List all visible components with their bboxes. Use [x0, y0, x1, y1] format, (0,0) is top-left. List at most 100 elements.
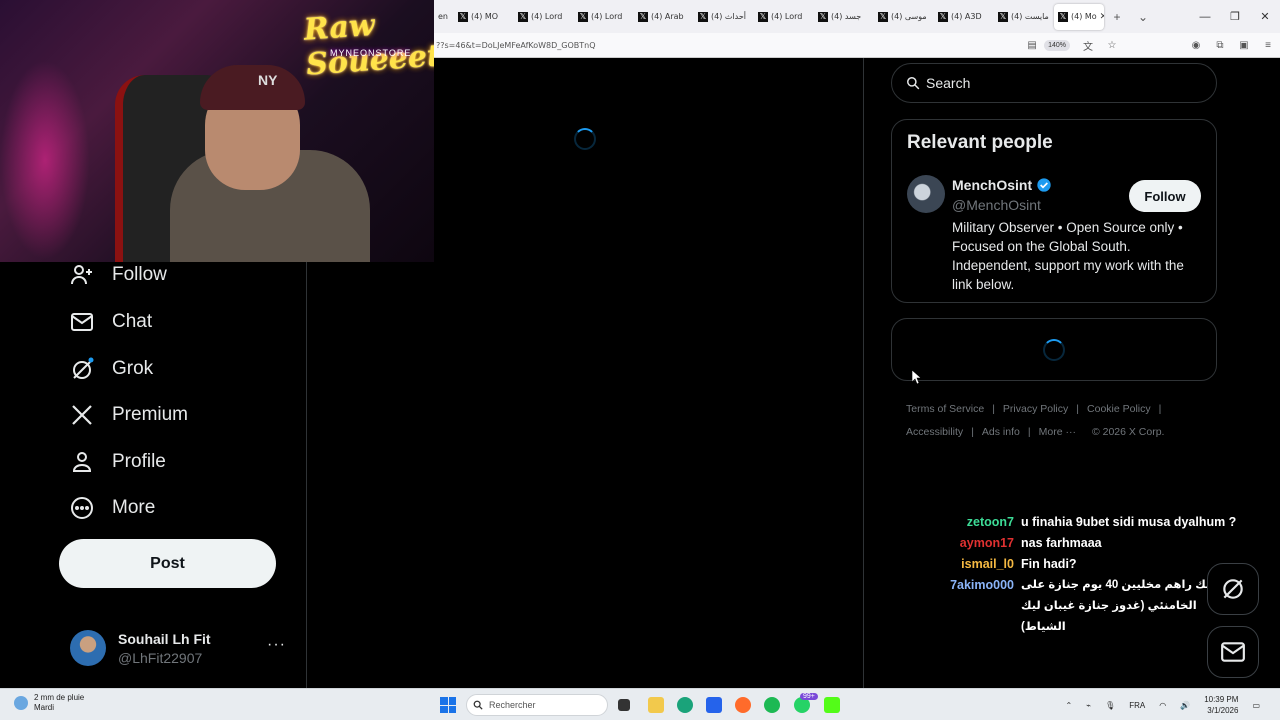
nav-follow[interactable]: Follow — [70, 260, 167, 290]
volume-icon[interactable]: 🔊 — [1180, 701, 1190, 710]
browser-tab[interactable]: 𝕏 (4) أحداث — [694, 0, 754, 33]
x-logo-icon: 𝕏 — [998, 11, 1008, 22]
chat-username: aymon17 — [959, 536, 1014, 550]
notification-icon[interactable]: ▭ — [1252, 701, 1260, 710]
firefox-icon[interactable] — [735, 697, 751, 713]
tab-label: (4) أحداث — [711, 12, 746, 21]
new-tab-icon[interactable]: + — [1104, 10, 1130, 24]
network-icon[interactable]: ⌁ — [1086, 701, 1091, 710]
system-tray: ⌃ ⌁ 🎙 FRA ◠ 🔊 10:39 PM 3/1/2026 ▭ — [1066, 689, 1280, 720]
more-icon[interactable]: ··· — [267, 636, 286, 654]
edge-icon[interactable] — [677, 697, 693, 713]
x-logo-icon: 𝕏 — [818, 11, 828, 22]
zoom-badge[interactable]: 140% — [1044, 39, 1070, 51]
browser-tab-active[interactable]: 𝕏 (4) Mo ✕ — [1054, 3, 1104, 30]
divider: | — [992, 403, 995, 415]
browser-tab[interactable]: 𝕏 (4) MO — [454, 0, 514, 33]
spotify-icon[interactable] — [764, 697, 780, 713]
nav-grok[interactable]: Grok — [70, 354, 153, 384]
cookie-link[interactable]: Cookie Policy — [1087, 403, 1151, 415]
chat-message: zetoon7 u finahia 9ubet sidi musa dyalhu… — [940, 512, 1250, 533]
post-button[interactable]: Post — [59, 539, 276, 588]
translate-ext-icon[interactable]: ▣ — [1232, 40, 1256, 51]
grok-icon — [70, 357, 94, 381]
tab-label: (4) Lord — [531, 12, 563, 21]
account-handle: @LhFit22907 — [118, 649, 203, 666]
tab-label: (4) Lord — [591, 12, 623, 21]
star-icon[interactable]: ☆ — [1100, 40, 1124, 51]
restore-icon[interactable]: ❐ — [1220, 10, 1250, 23]
clock[interactable]: 10:39 PM 3/1/2026 — [1204, 694, 1238, 716]
accessibility-link[interactable]: Accessibility — [906, 426, 963, 438]
store-icon[interactable] — [706, 697, 722, 713]
menu-icon[interactable]: ≡ — [1256, 40, 1280, 51]
x-logo-icon: 𝕏 — [518, 11, 528, 22]
taskbar-search-label: Rechercher — [489, 700, 536, 710]
grok-fab[interactable] — [1207, 563, 1259, 615]
tab-label: (4) Lord — [771, 12, 803, 21]
messages-fab[interactable] — [1207, 626, 1259, 678]
browser-tab[interactable]: 𝕏 (4) جسد — [814, 0, 874, 33]
follow-button[interactable]: Follow — [1129, 180, 1201, 212]
chat-message: aymon17 nas farhmaaa — [940, 533, 1250, 554]
chat-message: ismail_l0 Fin hadi? — [940, 554, 1250, 575]
weather-widget[interactable]: 2 mm de pluie Mardi — [14, 693, 84, 713]
browser-tab-partial[interactable]: en — [434, 0, 454, 33]
tab-label: en — [438, 12, 448, 21]
reader-icon[interactable]: ▤ — [1020, 40, 1044, 51]
account-switcher[interactable]: Souhail Lh Fit @LhFit22907 ··· — [70, 628, 290, 668]
wifi-icon[interactable]: ◠ — [1159, 701, 1166, 710]
x-logo-icon: 𝕏 — [458, 11, 468, 22]
neon-logo: Raw Soueeet — [302, 7, 434, 83]
footer-links: Terms of Service | Privacy Policy | Cookie P… — [906, 398, 1206, 444]
browser-tab[interactable]: 𝕏 (4) Lord — [754, 0, 814, 33]
tab-label: (4) موسى — [891, 12, 927, 21]
browser-tab[interactable]: 𝕏 (4) Lord — [514, 0, 574, 33]
nav-label: Follow — [112, 264, 167, 285]
language-indicator[interactable]: FRA — [1129, 701, 1145, 710]
relevant-people-card: Relevant people MenchOsint @MenchOsint F… — [891, 119, 1217, 303]
avatar[interactable] — [907, 175, 945, 213]
extensions-icon[interactable]: ⧉ — [1208, 40, 1232, 51]
chevron-up-icon[interactable]: ⌃ — [1066, 701, 1073, 710]
chevron-down-icon[interactable]: ⌄ — [1130, 10, 1156, 24]
taskbar-search[interactable]: Rechercher — [466, 694, 608, 716]
translate-icon[interactable]: 文 — [1076, 38, 1100, 53]
person-handle[interactable]: @MenchOsint — [952, 197, 1041, 213]
weather-icon — [14, 696, 28, 710]
windows-start-icon[interactable] — [440, 697, 456, 713]
person-bio: Military Observer • Open Source only • F… — [952, 220, 1184, 292]
privacy-link[interactable]: Privacy Policy — [1003, 403, 1068, 415]
account-icon[interactable]: ◉ — [1184, 40, 1208, 51]
task-view-icon[interactable] — [618, 699, 630, 711]
nav-more[interactable]: More — [70, 493, 155, 523]
ads-info-link[interactable]: Ads info — [982, 426, 1020, 438]
x-logo-icon: 𝕏 — [758, 11, 768, 22]
url-field[interactable]: ??s=46&t=DoLJeMFeAfKoW8D_GOBTnQ — [434, 41, 1020, 50]
file-explorer-icon[interactable] — [648, 697, 664, 713]
browser-tab[interactable]: 𝕏 (4) Lord — [574, 0, 634, 33]
browser-tab[interactable]: 𝕏 (4) Arab — [634, 0, 694, 33]
mic-icon[interactable]: 🎙 — [1105, 701, 1115, 710]
verified-badge-icon — [1037, 178, 1051, 192]
kick-icon[interactable] — [824, 697, 840, 713]
x-logo-icon: 𝕏 — [698, 11, 708, 22]
terms-link[interactable]: Terms of Service — [906, 403, 984, 415]
close-window-icon[interactable]: ✕ — [1250, 10, 1280, 23]
more-link[interactable]: More ··· — [1039, 426, 1076, 438]
loading-spinner-icon — [1043, 339, 1065, 361]
browser-tab[interactable]: 𝕏 (4) موسى — [874, 0, 934, 33]
nav-premium[interactable]: Premium — [70, 400, 188, 430]
weather-day: Mardi — [34, 703, 55, 712]
chat-message: 7akimo000 كاليك راهم مخليين 40 يوم جنازة… — [940, 575, 1250, 638]
minimize-icon[interactable]: — — [1190, 11, 1220, 23]
search-icon — [907, 77, 920, 90]
account-text: Souhail Lh Fit @LhFit22907 — [118, 631, 211, 666]
chat-username: ismail_l0 — [961, 557, 1014, 571]
nav-profile[interactable]: Profile — [70, 447, 166, 477]
browser-tab[interactable]: 𝕏 (4) A3D — [934, 0, 994, 33]
nav-chat[interactable]: Chat — [70, 307, 152, 337]
person-name-row[interactable]: MenchOsint — [952, 177, 1052, 193]
browser-tab[interactable]: 𝕏 (4) مايست — [994, 0, 1054, 33]
search-input[interactable]: Search — [891, 63, 1217, 103]
